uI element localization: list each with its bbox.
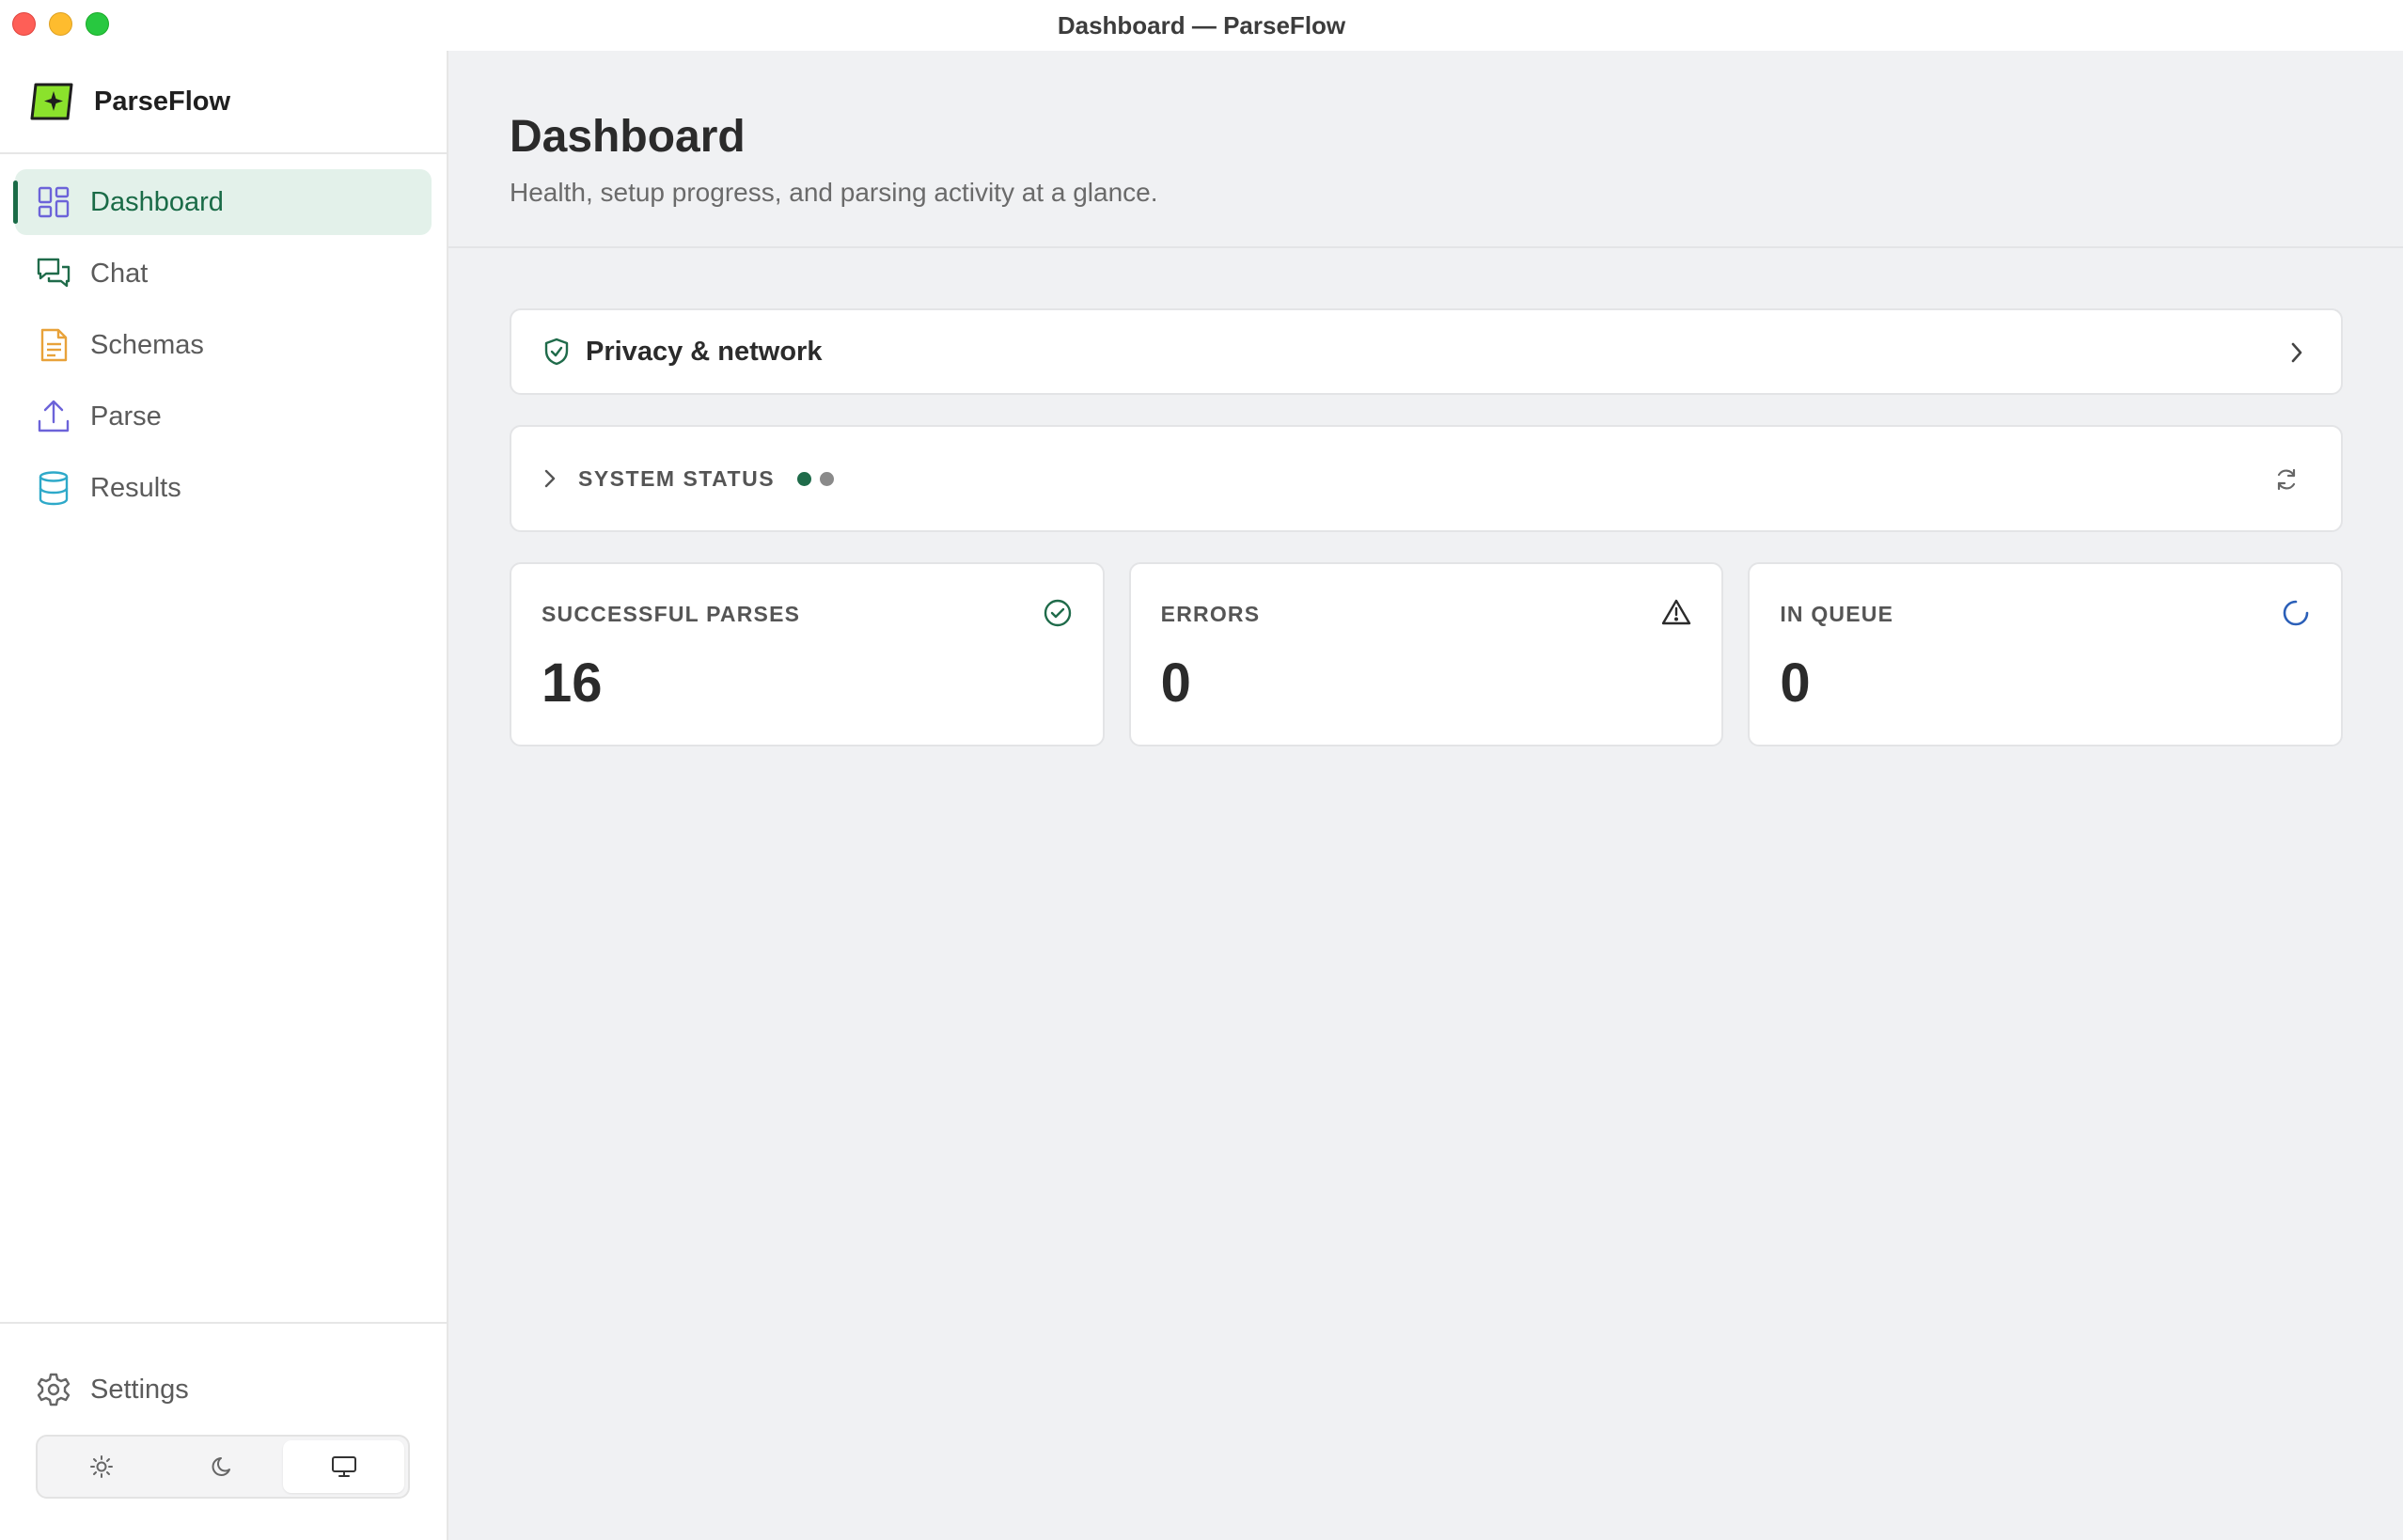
shield-check-icon — [544, 338, 569, 366]
title-bar: Dashboard — ParseFlow — [0, 0, 2403, 51]
theme-system-button[interactable] — [283, 1440, 405, 1493]
parseflow-logo-icon — [30, 83, 73, 120]
warning-triangle-icon — [1662, 599, 1691, 625]
status-indicators — [797, 471, 835, 486]
refresh-icon[interactable] — [2273, 466, 2300, 493]
stat-card-successful-parses: SUCCESSFUL PARSES 16 — [510, 562, 1105, 746]
stat-card-in-queue: IN QUEUE 0 — [1748, 562, 2344, 746]
stat-label: IN QUEUE — [1780, 602, 1894, 626]
sidebar: ParseFlow Dashboard Chat Schemas Parse R… — [0, 51, 448, 1540]
page-header: Dashboard Health, setup progress, and pa… — [448, 51, 2403, 248]
settings-button[interactable]: Settings — [36, 1361, 411, 1418]
dashboard-content: Privacy & network SYSTEM STATUS SUCCESSF… — [448, 308, 2403, 746]
brand: ParseFlow — [0, 51, 447, 154]
window-title: Dashboard — ParseFlow — [1057, 10, 1346, 39]
monitor-icon — [331, 1456, 356, 1477]
maximize-window-button[interactable] — [86, 12, 109, 36]
privacy-network-card[interactable]: Privacy & network — [510, 308, 2343, 395]
main-content: Dashboard Health, setup progress, and pa… — [448, 51, 2403, 1540]
sidebar-item-label: Parse — [90, 401, 162, 432]
database-icon — [36, 470, 71, 506]
privacy-network-label: Privacy & network — [586, 336, 823, 367]
minimize-window-button[interactable] — [49, 12, 72, 36]
stat-card-errors: ERRORS 0 — [1128, 562, 1724, 746]
sidebar-item-label: Results — [90, 472, 181, 503]
check-circle-icon — [1044, 599, 1071, 627]
sidebar-item-label: Chat — [90, 258, 149, 289]
status-dot-online — [797, 471, 812, 486]
window-controls — [12, 12, 109, 36]
gear-icon — [37, 1373, 71, 1406]
upload-icon — [36, 399, 71, 434]
system-status-card: SYSTEM STATUS — [510, 425, 2343, 532]
settings-label: Settings — [90, 1374, 189, 1405]
sidebar-nav: Dashboard Chat Schemas Parse Results — [0, 154, 447, 521]
chat-bubbles-icon — [36, 256, 71, 291]
chevron-right-icon — [2291, 342, 2302, 363]
moon-icon — [212, 1457, 230, 1476]
theme-light-button[interactable] — [41, 1440, 163, 1493]
stat-value: 0 — [1160, 652, 1191, 714]
sun-icon — [90, 1455, 114, 1478]
stat-label: SUCCESSFUL PARSES — [542, 602, 801, 626]
system-status-label: SYSTEM STATUS — [578, 465, 776, 491]
close-window-button[interactable] — [12, 12, 36, 36]
spinner-icon — [2283, 600, 2309, 626]
page-subtitle: Health, setup progress, and parsing acti… — [510, 178, 1158, 207]
theme-toggle — [36, 1435, 410, 1499]
page-title: Dashboard — [510, 112, 746, 162]
stat-value: 0 — [1780, 652, 1811, 714]
sidebar-item-schemas[interactable]: Schemas — [15, 312, 432, 378]
document-icon — [36, 327, 71, 363]
theme-dark-button[interactable] — [163, 1440, 284, 1493]
app-name: ParseFlow — [94, 86, 231, 117]
stat-value: 16 — [542, 652, 603, 714]
sidebar-footer: Settings — [0, 1322, 447, 1540]
stats-row: SUCCESSFUL PARSES 16 ERRORS 0 IN QUEUE 0 — [510, 562, 2344, 746]
app-window: Dashboard — ParseFlow ParseFlow Dashboar… — [0, 0, 2403, 1540]
sidebar-item-chat[interactable]: Chat — [15, 241, 432, 306]
sidebar-item-parse[interactable]: Parse — [15, 384, 432, 449]
dashboard-grid-icon — [36, 184, 71, 220]
chevron-right-icon[interactable] — [542, 467, 558, 490]
sidebar-item-dashboard[interactable]: Dashboard — [13, 169, 432, 235]
sidebar-item-label: Schemas — [90, 329, 204, 360]
sidebar-item-results[interactable]: Results — [15, 455, 432, 521]
sidebar-item-label: Dashboard — [90, 186, 224, 217]
status-dot-idle — [820, 471, 835, 486]
stat-label: ERRORS — [1160, 602, 1261, 626]
